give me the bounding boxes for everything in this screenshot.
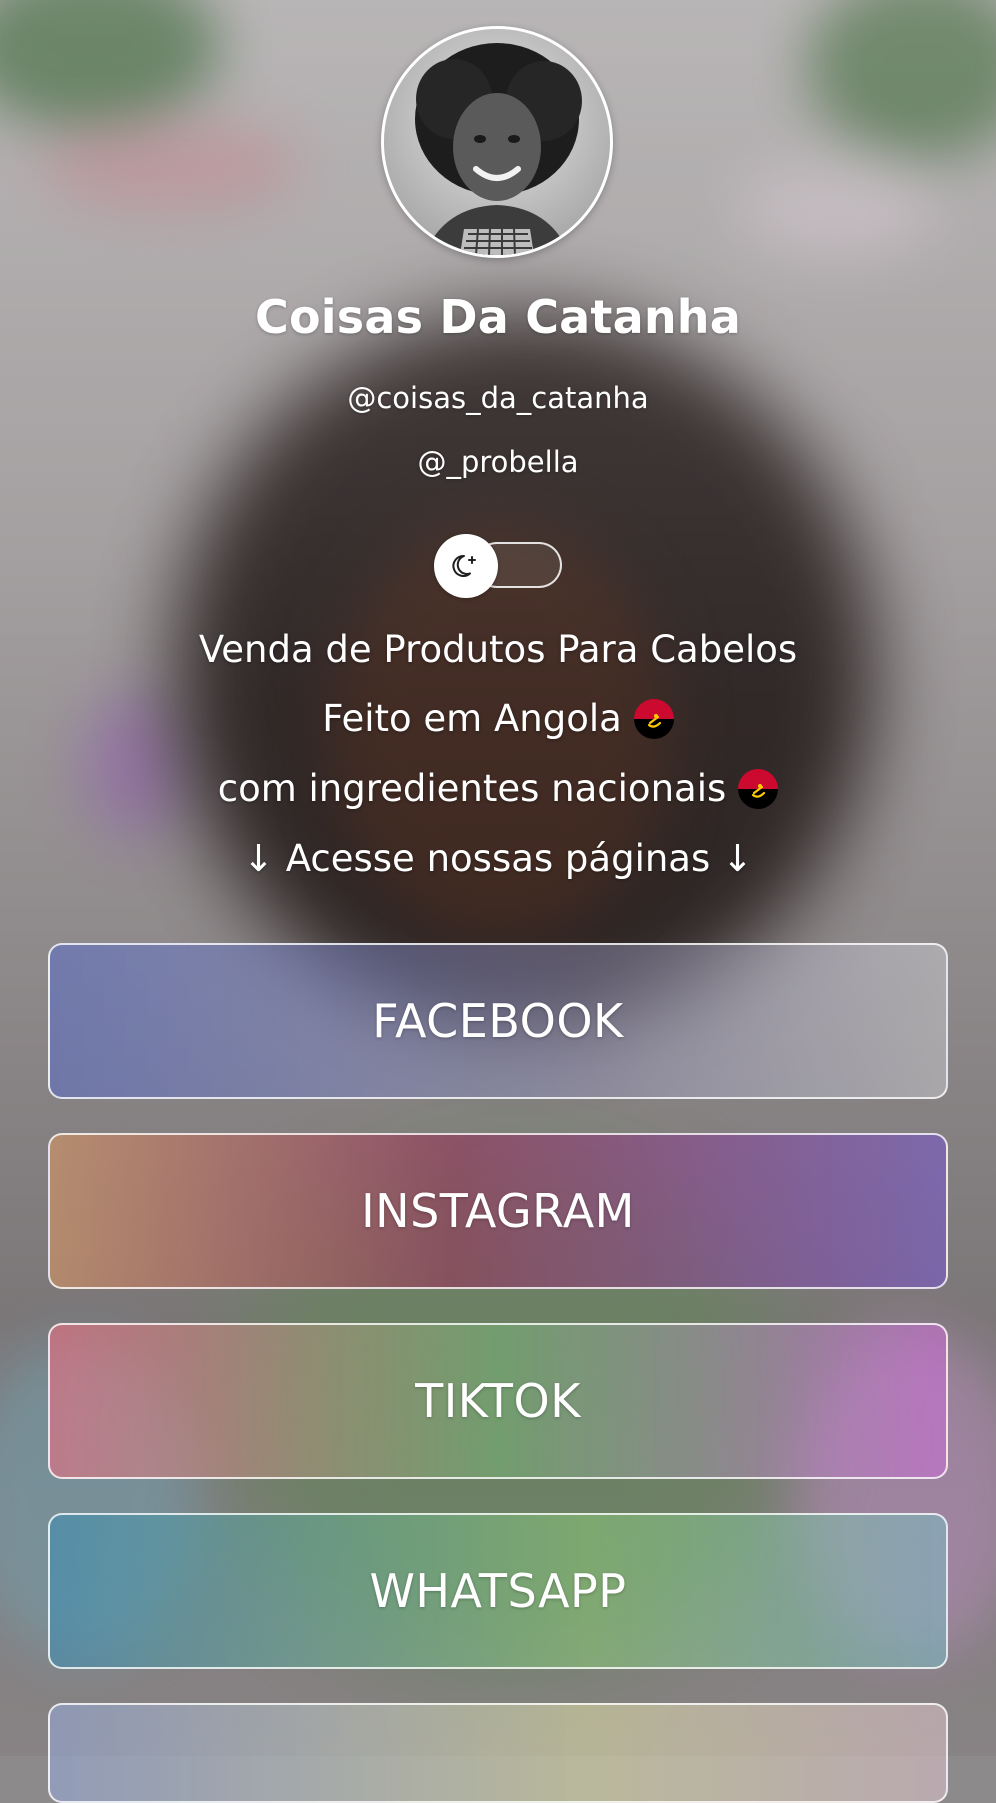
bio-line-2: Feito em Angola: [0, 697, 996, 740]
profile-photo-icon: [384, 29, 610, 255]
bio-text-3: com ingredientes nacionais: [217, 767, 727, 810]
bio-line-1: Venda de Produtos Para Cabelos: [0, 628, 996, 671]
moon-sparkle-icon: [452, 554, 476, 577]
link-partial-button[interactable]: [48, 1703, 948, 1803]
theme-toggle[interactable]: [434, 534, 562, 598]
link-whatsapp-button[interactable]: WHATSAPP: [48, 1513, 948, 1669]
bio-text-4: ↓ Acesse nossas páginas ↓: [242, 837, 754, 880]
toggle-knob: [434, 534, 498, 598]
handle-secondary: @_probella: [417, 445, 579, 479]
bio-text-2: Feito em Angola: [322, 697, 622, 740]
profile-page: Coisas Da Catanha @coisas_da_catanha @_p…: [0, 0, 996, 1803]
bio-line-3: com ingredientes nacionais: [0, 767, 996, 810]
link-instagram-button[interactable]: INSTAGRAM: [48, 1133, 948, 1289]
bio-text-1: Venda de Produtos Para Cabelos: [198, 628, 798, 671]
bio-line-4: ↓ Acesse nossas páginas ↓: [0, 837, 996, 880]
handle-primary: @coisas_da_catanha: [347, 381, 649, 415]
angola-flag-icon: [738, 768, 779, 809]
link-tiktok-button[interactable]: TIKTOK: [48, 1323, 948, 1479]
angola-flag-icon: [633, 698, 674, 739]
link-facebook-button[interactable]: FACEBOOK: [48, 943, 948, 1099]
avatar[interactable]: [381, 26, 613, 258]
profile-name: Coisas Da Catanha: [255, 290, 741, 344]
